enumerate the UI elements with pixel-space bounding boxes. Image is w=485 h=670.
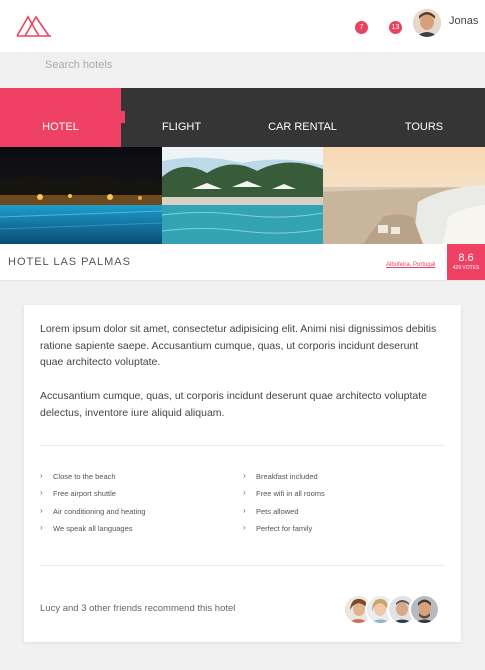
chevron-right-icon: › xyxy=(243,523,246,532)
divider xyxy=(40,565,445,566)
rating-badge: 8.6 429 VOTES xyxy=(447,244,485,280)
hotel-name: HOTEL LAS PALMAS xyxy=(8,256,131,268)
category-tabs: HOTEL FLIGHT CAR RENTAL TOURS xyxy=(0,88,485,147)
chevron-right-icon: › xyxy=(243,488,246,497)
divider xyxy=(40,445,445,446)
page-bottom xyxy=(0,662,485,670)
description-paragraph: Accusantium cumque, quas, ut corporis in… xyxy=(40,390,427,419)
tab-hotel[interactable]: HOTEL xyxy=(0,88,125,147)
amenity-label: Perfect for family xyxy=(256,524,313,533)
friend-recommendation-text: Lucy and 3 other friends recommend this … xyxy=(40,603,236,614)
amenity-label: Breakfast included xyxy=(256,472,318,481)
amenity-label: Air conditioning and heating xyxy=(53,507,146,516)
user-name[interactable]: Jonas xyxy=(449,15,478,27)
tab-label: FLIGHT xyxy=(161,121,202,133)
tab-label: HOTEL xyxy=(42,121,79,133)
hotel-details-card: Lorem ipsum dolor sit amet, consectetur … xyxy=(24,305,461,642)
amenity-label: Pets allowed xyxy=(256,507,299,516)
chevron-right-icon: › xyxy=(243,471,246,480)
hotel-photo-day-pool[interactable] xyxy=(162,147,323,244)
tab-flight[interactable]: FLIGHT xyxy=(121,88,242,147)
rating-score: 8.6 xyxy=(458,252,474,264)
chevron-right-icon: › xyxy=(40,488,43,497)
rating-votes: 429 VOTES xyxy=(452,265,480,271)
tab-label: TOURS xyxy=(404,121,444,133)
friend-avatar[interactable] xyxy=(409,594,440,625)
amenity-label: We speak all languages xyxy=(53,524,133,533)
amenity-label: Free airport shuttle xyxy=(53,489,116,498)
hotel-photo-night-pool[interactable] xyxy=(0,147,162,244)
tab-tours[interactable]: TOURS xyxy=(363,88,485,147)
hotel-photo-sea-view[interactable] xyxy=(323,147,485,244)
top-header: 7 13 Jonas xyxy=(0,0,485,52)
user-avatar[interactable] xyxy=(413,9,441,37)
notification-badge[interactable]: 7 xyxy=(355,21,368,34)
search-bar xyxy=(0,52,485,78)
tab-label: CAR RENTAL xyxy=(268,121,337,133)
chevron-right-icon: › xyxy=(40,506,43,515)
search-input[interactable] xyxy=(40,56,470,74)
hotel-location-link[interactable]: Albufeira, Portugal xyxy=(386,262,435,268)
logo-icon[interactable] xyxy=(15,9,53,39)
chevron-right-icon: › xyxy=(40,523,43,532)
tab-car-rental[interactable]: CAR RENTAL xyxy=(242,88,363,147)
chevron-right-icon: › xyxy=(243,506,246,515)
amenity-label: Free wifi in all rooms xyxy=(256,489,325,498)
chevron-right-icon: › xyxy=(40,471,43,480)
description-paragraph: Lorem ipsum dolor sit amet, consectetur … xyxy=(40,323,437,368)
amenity-label: Close to the beach xyxy=(53,472,116,481)
message-badge[interactable]: 13 xyxy=(389,21,402,34)
hotel-info-bar: HOTEL LAS PALMAS Albufeira, Portugal 8.6… xyxy=(0,244,485,281)
